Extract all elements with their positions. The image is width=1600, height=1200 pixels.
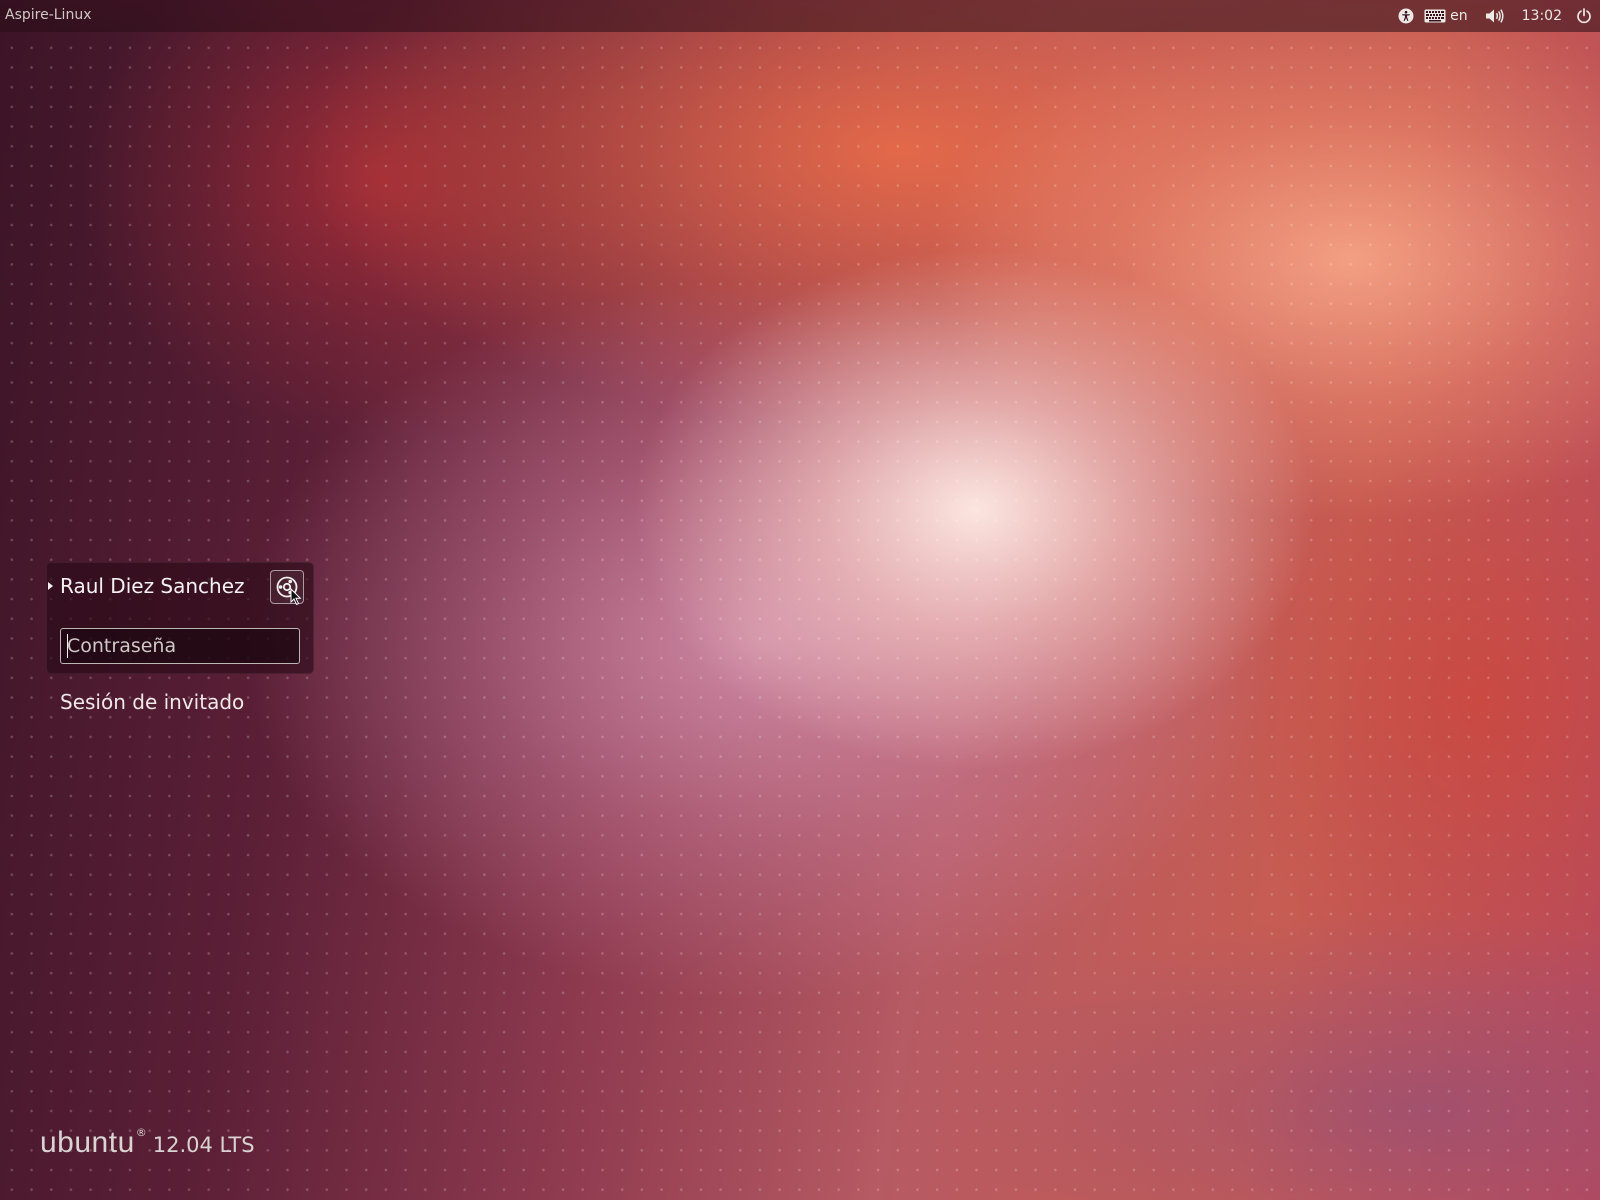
mouse-pointer-icon — [290, 587, 302, 610]
user-name[interactable]: Raul Diez Sanchez — [60, 574, 245, 598]
login-box: Raul Diez Sanchez — [46, 562, 314, 674]
volume-icon[interactable] — [1482, 0, 1508, 32]
brand-registered-mark: ® — [135, 1126, 147, 1139]
indicator-area: en 13:02 — [1394, 0, 1594, 32]
top-panel: Aspire-Linux en 13:02 — [0, 0, 1600, 32]
power-icon[interactable] — [1574, 0, 1594, 32]
password-input[interactable] — [60, 628, 300, 664]
keyboard-indicator[interactable]: en — [1424, 0, 1468, 32]
brand-version: 12.04 LTS — [152, 1133, 255, 1157]
clock-label[interactable]: 13:02 — [1522, 0, 1562, 32]
accessibility-icon[interactable] — [1394, 0, 1418, 32]
hostname-label: Aspire-Linux — [5, 7, 92, 23]
guest-session-item[interactable]: Sesión de invitado — [60, 690, 244, 714]
selected-user-arrow-icon — [48, 582, 53, 590]
keyboard-layout-label: en — [1450, 8, 1468, 24]
ubuntu-logo: ubuntu ® 12.04 LTS — [40, 1126, 255, 1160]
brand-word: ubuntu — [40, 1126, 135, 1159]
keyboard-icon — [1424, 9, 1446, 23]
text-caret — [67, 634, 68, 658]
